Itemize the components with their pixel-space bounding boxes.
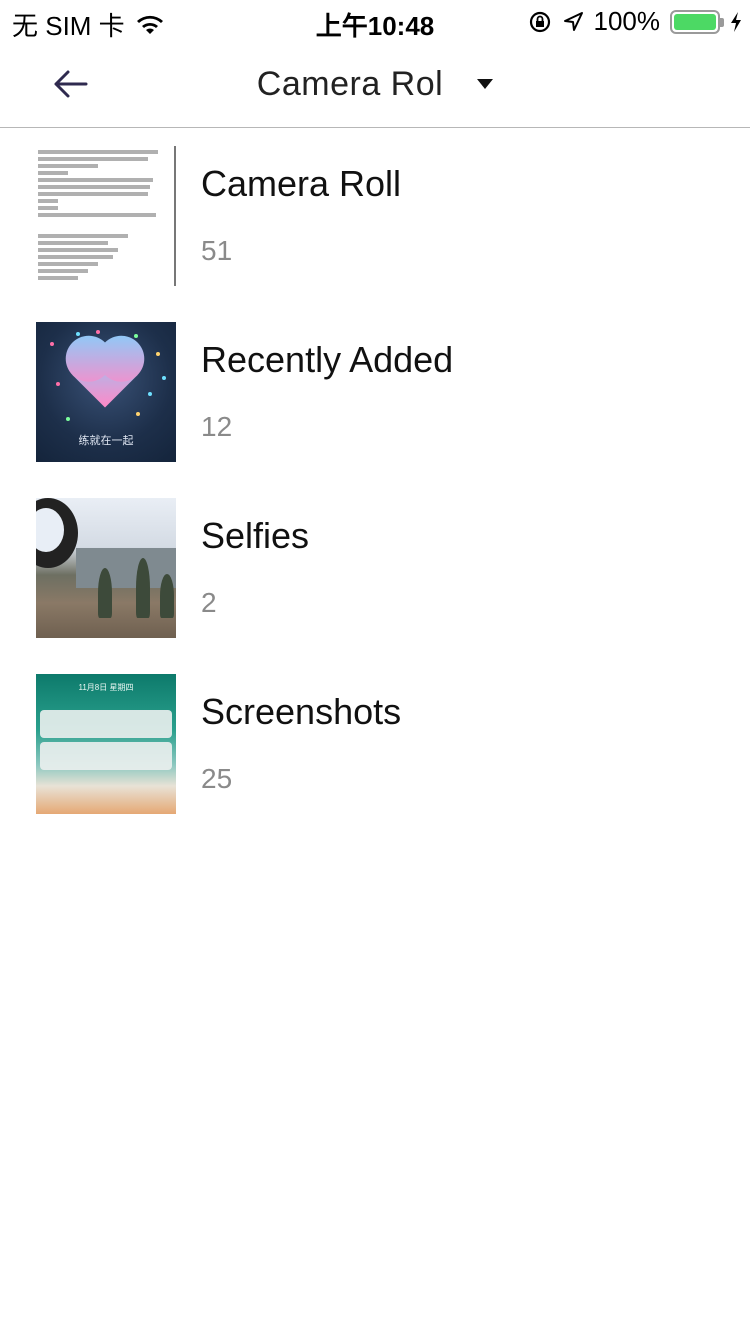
notification-card [40,742,172,770]
album-row-camera-roll[interactable]: Camera Roll 51 [0,129,750,305]
album-list: Camera Roll 51 练就在一起 Recently Added 12 S… [0,129,750,833]
text-line [38,255,113,259]
album-row-screenshots[interactable]: 11月8日 星期四 Screenshots 25 [0,657,750,833]
text-line [38,241,108,245]
page-title: Camera Rol [256,64,444,103]
album-thumbnail [36,146,176,286]
tree-graphic [160,574,174,618]
album-name: Selfies [201,515,310,556]
text-line [38,157,148,161]
sparkle-dot [96,330,100,334]
sparkle-dot [156,352,160,356]
text-line [38,178,153,182]
album-count: 25 [201,763,233,794]
battery-fill [674,13,716,30]
battery-icon [670,9,724,34]
caret-down-icon [477,79,494,89]
text-line [38,262,98,266]
album-thumbnail [36,498,176,638]
album-name: Recently Added [201,339,454,380]
notification-card [40,710,172,738]
text-line [38,171,68,175]
text-line [38,150,158,154]
status-right: 100% [528,6,743,37]
text-line [38,164,98,168]
battery-nub [720,17,724,27]
album-count: 12 [201,411,233,442]
tree-graphic [98,568,112,618]
text-line [38,206,58,210]
text-line [38,276,78,280]
text-line [38,185,150,189]
text-line [38,199,58,203]
album-count: 51 [201,235,233,266]
text-line [38,213,156,217]
text-line [38,192,148,196]
sparkle-dot [50,342,54,346]
sparkle-dot [134,334,138,338]
nav-bar: Camera Rol [0,40,750,128]
tree-graphic [136,558,150,618]
album-thumbnail: 11月8日 星期四 [36,674,176,814]
album-name: Screenshots [201,691,402,732]
helmet-graphic [36,498,78,568]
heart-graphic [72,342,138,408]
text-line [38,269,88,273]
album-row-recently-added[interactable]: 练就在一起 Recently Added 12 [0,305,750,481]
status-bar: 无 SIM 卡 上午10:48 100% [0,0,750,41]
sparkle-dot [66,417,70,421]
album-name: Camera Roll [201,163,402,204]
sparkle-dot [56,382,60,386]
orientation-lock-icon [528,10,552,34]
charging-bolt-icon [730,11,742,33]
sparkle-dot [148,392,152,396]
thumbnail-caption: 练就在一起 [78,435,134,447]
text-line [38,248,118,252]
thumbnail-header: 11月8日 星期四 [78,683,134,692]
sparkle-dot [136,412,140,416]
location-arrow-icon [562,11,584,33]
sparkle-dot [162,376,166,380]
album-picker-dropdown[interactable]: Camera Rol [0,60,750,108]
album-count: 2 [201,587,217,618]
album-thumbnail: 练就在一起 [36,322,176,462]
album-row-selfies[interactable]: Selfies 2 [0,481,750,657]
sparkle-dot [76,332,80,336]
text-line [38,234,128,238]
battery-percent: 100% [593,6,661,36]
